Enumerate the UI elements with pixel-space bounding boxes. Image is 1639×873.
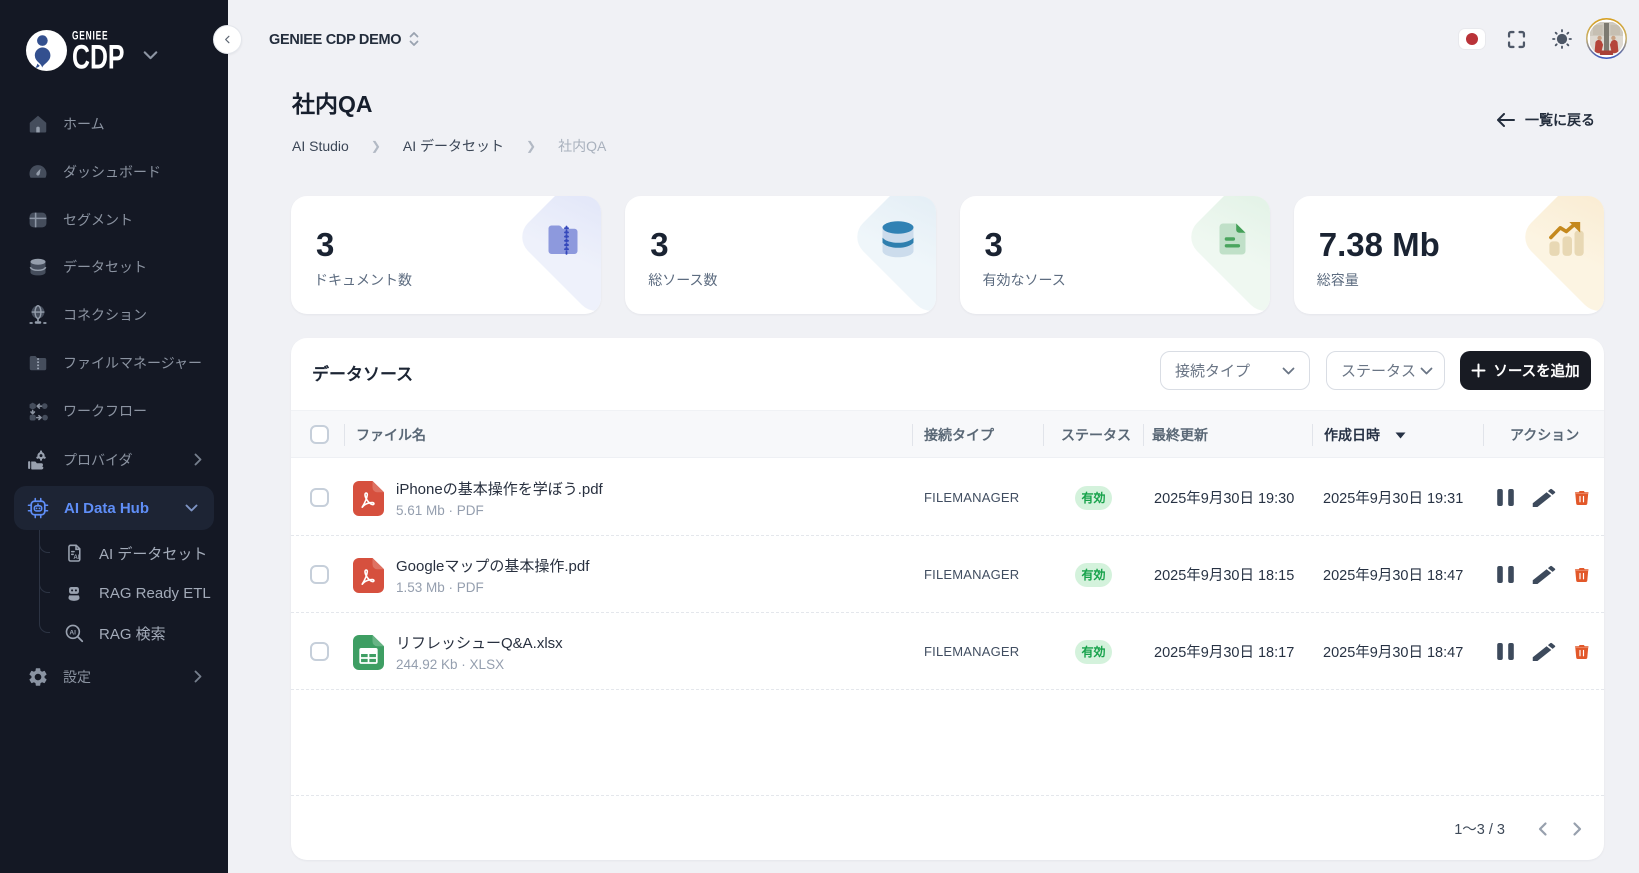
svg-text:AI: AI — [73, 554, 79, 561]
svg-text:AI: AI — [69, 629, 76, 636]
